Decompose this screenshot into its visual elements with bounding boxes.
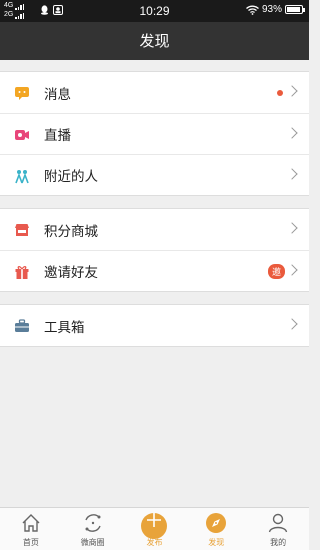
chevron-right-icon: [286, 318, 298, 330]
menu-item-live[interactable]: 直播: [0, 113, 309, 154]
group-social: 消息 直播 附近的人: [0, 71, 309, 196]
tab-label: 我的: [270, 538, 287, 547]
chevron-right-icon: [286, 127, 298, 139]
battery-fill: [287, 7, 301, 12]
menu-item-invite-friends[interactable]: 邀请好友 邀: [0, 250, 309, 291]
tab-label: 微商圈: [80, 538, 105, 547]
user-icon: [268, 513, 288, 533]
plus-icon: [147, 513, 162, 527]
bottom-tab-bar: 首页 微商圈 发布 发现 我的: [0, 507, 309, 550]
tab-discover[interactable]: 发现: [185, 508, 247, 550]
group-tools: 工具箱: [0, 304, 309, 347]
group-store: 积分商城 邀请好友 邀: [0, 208, 309, 292]
nearby-people-icon: [15, 170, 29, 184]
menu-label: 邀请好友: [44, 265, 98, 281]
tab-wechat-circle[interactable]: 微商圈: [62, 508, 124, 550]
battery-percent: 93%: [261, 4, 282, 15]
page-title: 发现: [0, 22, 309, 60]
menu-label: 直播: [44, 128, 71, 144]
menu-item-toolbox[interactable]: 工具箱: [0, 305, 309, 346]
tab-label: 发现: [208, 538, 225, 547]
menu-item-points-mall[interactable]: 积分商城: [0, 209, 309, 250]
tab-home[interactable]: 首页: [0, 508, 62, 550]
menu-label: 工具箱: [44, 319, 85, 336]
menu-item-nearby[interactable]: 附近的人: [0, 154, 309, 195]
home-icon: [22, 514, 40, 532]
menu-label: 附近的人: [44, 169, 98, 185]
tab-label: 首页: [22, 538, 39, 547]
menu-item-messages[interactable]: 消息: [0, 72, 309, 113]
toolbox-icon: [15, 319, 29, 332]
tab-me[interactable]: 我的: [247, 508, 309, 550]
store-icon: [15, 224, 29, 236]
status-right: 93%: [246, 4, 305, 15]
menu-label: 积分商城: [44, 223, 98, 240]
unread-dot: [277, 89, 283, 96]
invite-badge: 邀: [267, 263, 285, 279]
chevron-right-icon: [286, 264, 298, 276]
status-bar: 4G 2G 10:29 93%: [0, 0, 309, 22]
circle-refresh-icon: [85, 514, 101, 532]
battery-icon: [285, 5, 305, 14]
tab-publish[interactable]: 发布: [124, 508, 186, 550]
chevron-right-icon: [286, 168, 298, 180]
gift-icon: [15, 266, 29, 279]
compass-icon: [206, 513, 227, 533]
chevron-right-icon: [286, 222, 298, 234]
wifi-icon: [246, 5, 259, 15]
live-video-icon: [15, 130, 29, 140]
chat-bubble-icon: [15, 87, 29, 100]
menu-label: 消息: [44, 86, 71, 103]
chevron-right-icon: [286, 85, 298, 97]
